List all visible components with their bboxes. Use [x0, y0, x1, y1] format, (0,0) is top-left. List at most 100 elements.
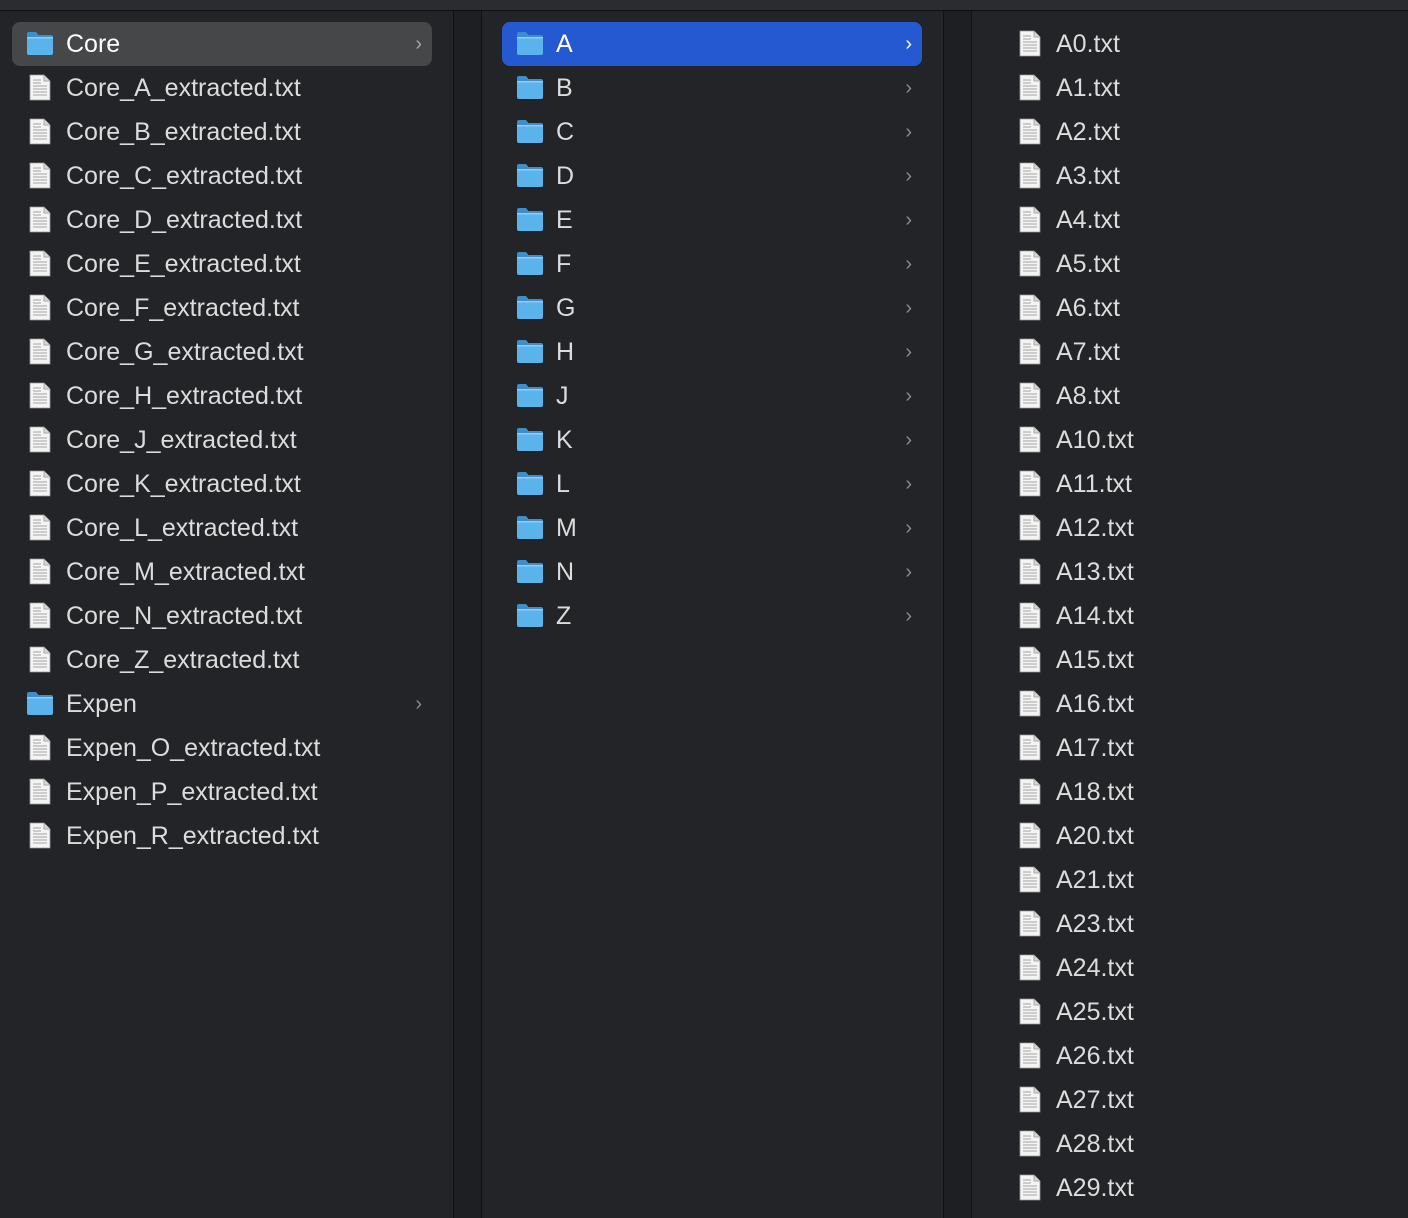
folder-row-d[interactable]: D ›	[502, 154, 922, 198]
item-label: K	[556, 426, 573, 454]
item-label: F	[556, 250, 572, 278]
file-row-core-k-extracted-txt[interactable]: Core_K_extracted.txt	[12, 462, 432, 506]
item-label: Expen_O_extracted.txt	[66, 734, 321, 762]
folder-row-e[interactable]: E ›	[502, 198, 922, 242]
file-row-a20-txt[interactable]: A20.txt	[1002, 814, 1402, 858]
folder-icon	[26, 30, 54, 57]
text-document-icon	[1016, 382, 1044, 409]
item-label: M	[556, 514, 577, 542]
folder-icon	[516, 206, 544, 233]
text-document-icon	[1016, 910, 1044, 937]
column-divider-2[interactable]	[943, 11, 972, 1218]
item-label: A12.txt	[1056, 514, 1134, 542]
file-row-a1-txt[interactable]: A1.txt	[1002, 66, 1402, 110]
folder-row-l[interactable]: L ›	[502, 462, 922, 506]
folder-row-k[interactable]: K ›	[502, 418, 922, 462]
file-row-a4-txt[interactable]: A4.txt	[1002, 198, 1402, 242]
text-document-icon	[26, 822, 54, 849]
text-document-icon	[26, 206, 54, 233]
file-row-a0-txt[interactable]: A0.txt	[1002, 22, 1402, 66]
folder-row-n[interactable]: N ›	[502, 550, 922, 594]
file-row-a3-txt[interactable]: A3.txt	[1002, 154, 1402, 198]
folder-icon	[516, 602, 544, 629]
file-row-a8-txt[interactable]: A8.txt	[1002, 374, 1402, 418]
item-label: A3.txt	[1056, 162, 1120, 190]
file-row-core-j-extracted-txt[interactable]: Core_J_extracted.txt	[12, 418, 432, 462]
folder-row-f[interactable]: F ›	[502, 242, 922, 286]
file-row-a28-txt[interactable]: A28.txt	[1002, 1122, 1402, 1166]
folder-row-core[interactable]: Core ›	[12, 22, 432, 66]
file-row-core-n-extracted-txt[interactable]: Core_N_extracted.txt	[12, 594, 432, 638]
file-row-core-f-extracted-txt[interactable]: Core_F_extracted.txt	[12, 286, 432, 330]
folder-row-g[interactable]: G ›	[502, 286, 922, 330]
item-label: A25.txt	[1056, 998, 1134, 1026]
text-document-icon	[26, 778, 54, 805]
file-row-a17-txt[interactable]: A17.txt	[1002, 726, 1402, 770]
folder-row-m[interactable]: M ›	[502, 506, 922, 550]
text-document-icon	[1016, 1042, 1044, 1069]
text-document-icon	[26, 250, 54, 277]
file-row-core-c-extracted-txt[interactable]: Core_C_extracted.txt	[12, 154, 432, 198]
folder-row-b[interactable]: B ›	[502, 66, 922, 110]
file-row-a23-txt[interactable]: A23.txt	[1002, 902, 1402, 946]
file-row-core-z-extracted-txt[interactable]: Core_Z_extracted.txt	[12, 638, 432, 682]
folder-icon	[516, 338, 544, 365]
file-row-core-l-extracted-txt[interactable]: Core_L_extracted.txt	[12, 506, 432, 550]
text-document-icon	[1016, 734, 1044, 761]
file-row-core-a-extracted-txt[interactable]: Core_A_extracted.txt	[12, 66, 432, 110]
file-row-a14-txt[interactable]: A14.txt	[1002, 594, 1402, 638]
folder-icon	[516, 74, 544, 101]
text-document-icon	[1016, 426, 1044, 453]
item-label: Core_Z_extracted.txt	[66, 646, 300, 674]
file-row-a25-txt[interactable]: A25.txt	[1002, 990, 1402, 1034]
file-row-expen-o-extracted-txt[interactable]: Expen_O_extracted.txt	[12, 726, 432, 770]
file-row-core-h-extracted-txt[interactable]: Core_H_extracted.txt	[12, 374, 432, 418]
file-row-core-g-extracted-txt[interactable]: Core_G_extracted.txt	[12, 330, 432, 374]
file-row-core-b-extracted-txt[interactable]: Core_B_extracted.txt	[12, 110, 432, 154]
file-row-core-m-extracted-txt[interactable]: Core_M_extracted.txt	[12, 550, 432, 594]
file-row-a6-txt[interactable]: A6.txt	[1002, 286, 1402, 330]
text-document-icon	[1016, 1086, 1044, 1113]
folder-row-h[interactable]: H ›	[502, 330, 922, 374]
file-row-a7-txt[interactable]: A7.txt	[1002, 330, 1402, 374]
folder-icon	[516, 118, 544, 145]
file-row-core-d-extracted-txt[interactable]: Core_D_extracted.txt	[12, 198, 432, 242]
folder-row-a[interactable]: A ›	[502, 22, 922, 66]
item-label: Core_J_extracted.txt	[66, 426, 297, 454]
folder-icon	[516, 30, 544, 57]
item-label: B	[556, 74, 573, 102]
folder-row-j[interactable]: J ›	[502, 374, 922, 418]
text-document-icon	[26, 382, 54, 409]
file-row-a11-txt[interactable]: A11.txt	[1002, 462, 1402, 506]
item-label: A13.txt	[1056, 558, 1134, 586]
file-row-a21-txt[interactable]: A21.txt	[1002, 858, 1402, 902]
folder-row-expen[interactable]: Expen ›	[12, 682, 432, 726]
file-row-a5-txt[interactable]: A5.txt	[1002, 242, 1402, 286]
file-row-a27-txt[interactable]: A27.txt	[1002, 1078, 1402, 1122]
file-row-expen-r-extracted-txt[interactable]: Expen_R_extracted.txt	[12, 814, 432, 858]
item-label: A29.txt	[1056, 1174, 1134, 1202]
item-label: E	[556, 206, 573, 234]
file-row-a12-txt[interactable]: A12.txt	[1002, 506, 1402, 550]
folder-row-z[interactable]: Z ›	[502, 594, 922, 638]
text-document-icon	[26, 558, 54, 585]
folder-row-c[interactable]: C ›	[502, 110, 922, 154]
file-row-core-e-extracted-txt[interactable]: Core_E_extracted.txt	[12, 242, 432, 286]
file-row-a16-txt[interactable]: A16.txt	[1002, 682, 1402, 726]
file-row-expen-p-extracted-txt[interactable]: Expen_P_extracted.txt	[12, 770, 432, 814]
chevron-right-icon: ›	[415, 33, 422, 55]
file-row-a26-txt[interactable]: A26.txt	[1002, 1034, 1402, 1078]
folder-icon	[516, 162, 544, 189]
file-row-a15-txt[interactable]: A15.txt	[1002, 638, 1402, 682]
text-document-icon	[26, 294, 54, 321]
file-row-a10-txt[interactable]: A10.txt	[1002, 418, 1402, 462]
file-row-a24-txt[interactable]: A24.txt	[1002, 946, 1402, 990]
item-label: Expen_R_extracted.txt	[66, 822, 319, 850]
item-label: Core_N_extracted.txt	[66, 602, 303, 630]
column-divider-1[interactable]	[453, 11, 482, 1218]
file-row-a18-txt[interactable]: A18.txt	[1002, 770, 1402, 814]
file-row-a29-txt[interactable]: A29.txt	[1002, 1166, 1402, 1210]
file-row-a2-txt[interactable]: A2.txt	[1002, 110, 1402, 154]
file-row-a13-txt[interactable]: A13.txt	[1002, 550, 1402, 594]
text-document-icon	[1016, 514, 1044, 541]
